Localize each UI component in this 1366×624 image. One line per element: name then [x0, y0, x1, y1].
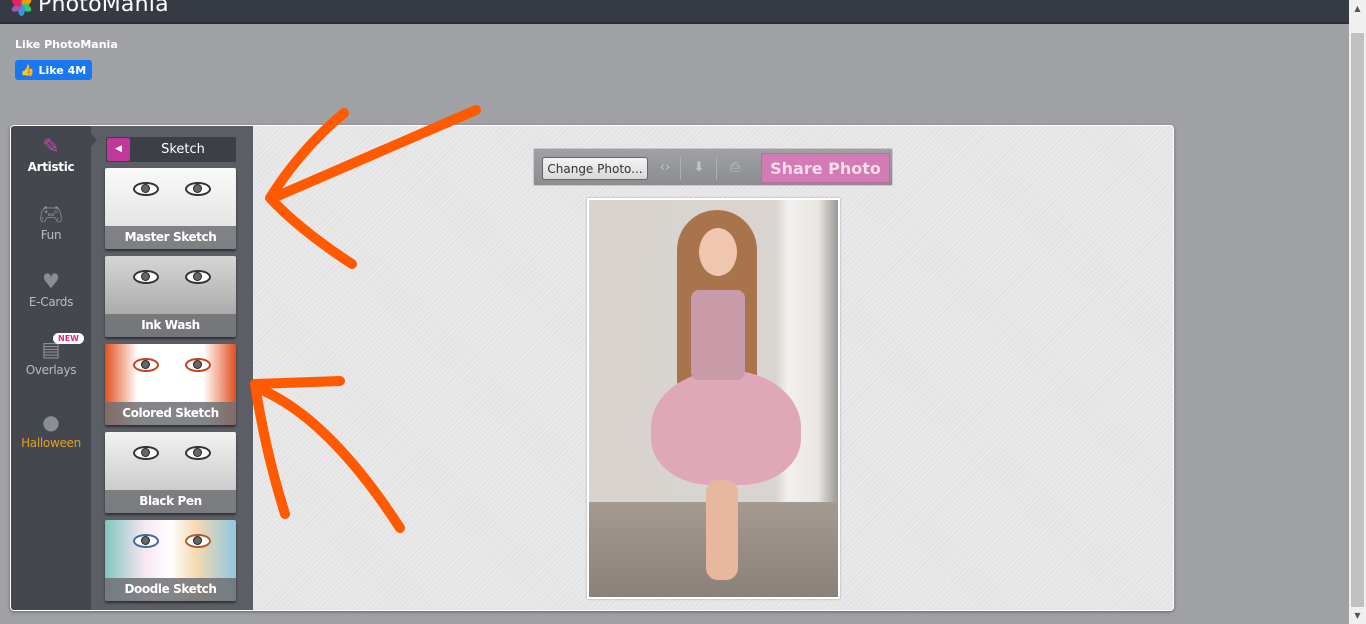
code-icon[interactable]: ‹›: [654, 157, 676, 179]
scroll-down-arrow-icon[interactable]: ▼: [1349, 607, 1366, 624]
effect-label: Doodle Sketch: [105, 578, 236, 601]
panel-pointer: [91, 134, 97, 146]
effects-title: Sketch: [161, 142, 205, 157]
category-label: E-Cards: [28, 295, 74, 309]
new-badge: NEW: [53, 333, 84, 344]
category-ecards[interactable]: ♥ E-Cards: [11, 269, 91, 309]
pinwheel-logo-icon: [10, 0, 33, 16]
back-button[interactable]: ◀: [107, 138, 130, 161]
effect-master-sketch[interactable]: Master Sketch: [105, 168, 236, 249]
facebook-like-title: Like PhotoMania: [15, 38, 118, 51]
pumpkin-icon: ●: [42, 410, 60, 434]
category-label: Artistic: [27, 160, 75, 174]
vertical-scrollbar[interactable]: ▲ ▼: [1349, 0, 1366, 624]
app-name: PhotoMania: [38, 0, 169, 17]
photo-editor: ✎ Artistic 🎮︎ Fun ♥ E-Cards ▤ NEW Overla…: [10, 125, 1174, 611]
effect-label: Colored Sketch: [105, 402, 236, 425]
scroll-thumb[interactable]: [1351, 33, 1364, 607]
category-label: Fun: [40, 228, 62, 242]
change-photo-button[interactable]: Change Photo...: [542, 157, 648, 180]
photo-toolbar: Change Photo... ‹› ⬇ ⎙ Share Photo: [533, 148, 893, 186]
download-icon[interactable]: ⬇: [688, 157, 710, 179]
category-label: Overlays: [25, 363, 77, 377]
share-photo-button[interactable]: Share Photo: [761, 153, 890, 183]
effect-label: Black Pen: [105, 490, 236, 513]
category-halloween[interactable]: ● Halloween: [11, 410, 91, 450]
category-artistic[interactable]: ✎ Artistic: [11, 134, 91, 174]
caret-left-icon: ◀: [115, 144, 122, 154]
effect-label: Master Sketch: [105, 226, 236, 249]
heart-icon: ♥: [42, 269, 60, 293]
category-label: Halloween: [21, 436, 81, 450]
toolbar-divider: [716, 156, 717, 180]
facebook-like-button[interactable]: 👍 Like 4M: [15, 60, 92, 80]
effect-black-pen[interactable]: Black Pen: [105, 432, 236, 513]
category-overlays[interactable]: ▤ NEW Overlays: [11, 333, 91, 377]
effects-panel: ◀ Sketch Master Sketch Ink Wash Colored …: [91, 126, 253, 610]
category-sidebar: ✎ Artistic 🎮︎ Fun ♥ E-Cards ▤ NEW Overla…: [11, 126, 91, 610]
top-navigation-bar: PhotoMania: [0, 0, 1349, 24]
category-fun[interactable]: 🎮︎ Fun: [11, 202, 91, 242]
gamepad-icon: 🎮︎: [38, 202, 64, 226]
effect-ink-wash[interactable]: Ink Wash: [105, 256, 236, 337]
logo[interactable]: PhotoMania: [10, 0, 169, 17]
scroll-up-arrow-icon[interactable]: ▲: [1349, 0, 1366, 17]
like-count-label: Like 4M: [38, 63, 87, 77]
thumbs-up-icon: 👍: [20, 63, 35, 77]
print-icon[interactable]: ⎙: [724, 157, 746, 179]
effect-doodle-sketch[interactable]: Doodle Sketch: [105, 520, 236, 601]
magic-wand-icon: ✎: [42, 134, 60, 158]
photo-preview: [587, 198, 840, 599]
photo-image: [589, 200, 838, 597]
effect-label: Ink Wash: [105, 314, 236, 337]
effect-colored-sketch[interactable]: Colored Sketch: [105, 344, 236, 425]
effects-header: ◀ Sketch: [106, 137, 236, 162]
toolbar-divider: [680, 156, 681, 180]
